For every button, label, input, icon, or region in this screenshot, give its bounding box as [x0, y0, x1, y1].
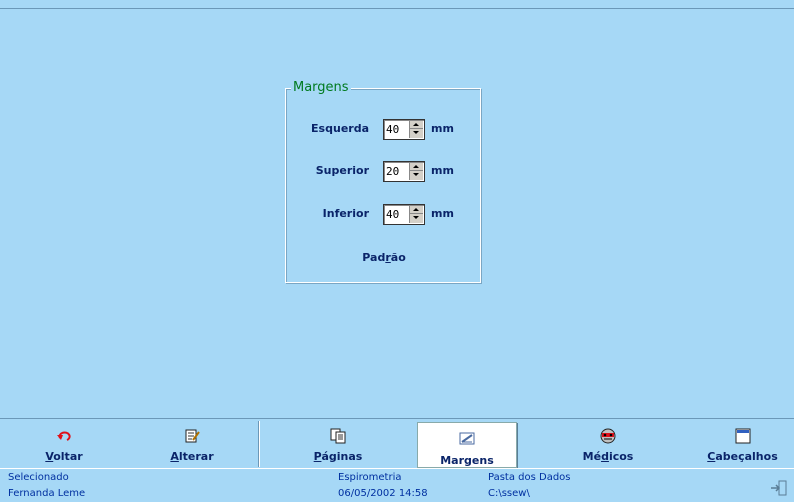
- back-text: oltar: [53, 450, 83, 463]
- bottom-toolbar: Voltar Alterar Páginas Margens Médicos C…: [0, 418, 794, 468]
- edit-icon: [185, 429, 200, 443]
- default-button-text-b: ão: [390, 251, 406, 264]
- edit-mnemonic: A: [170, 450, 179, 463]
- status-module: Espirometria: [338, 472, 402, 483]
- back-button[interactable]: Voltar: [0, 421, 128, 467]
- margins-groupbox: Margens Esquerda 40 mm Superior 20 mm In…: [285, 80, 482, 283]
- exit-icon[interactable]: [770, 480, 788, 496]
- bottom-margin-row: Inferior 40 mm: [286, 204, 482, 226]
- status-datetime: 06/05/2002 14:58: [338, 488, 428, 499]
- doctors-icon: [600, 428, 616, 444]
- spin-up-icon[interactable]: [410, 163, 423, 171]
- app-window: Margens Esquerda 40 mm Superior 20 mm In…: [0, 0, 794, 502]
- pages-button-label: Páginas: [260, 450, 416, 463]
- bottom-margin-spinner[interactable]: 40: [383, 204, 425, 225]
- default-button-text-a: Pad: [362, 251, 386, 264]
- pages-icon: [330, 428, 346, 444]
- headers-button[interactable]: Cabeçalhos: [691, 421, 794, 467]
- left-margin-value[interactable]: 40: [386, 123, 399, 136]
- undo-icon: [57, 431, 71, 441]
- left-margin-spin-buttons: [409, 121, 423, 138]
- bottom-margin-label: Inferior: [322, 207, 369, 220]
- doctors-mnemonic: d: [601, 450, 609, 463]
- spin-down-icon[interactable]: [410, 214, 423, 222]
- margins-icon: [459, 432, 475, 445]
- margins-button[interactable]: Margens: [417, 422, 517, 468]
- top-margin-spin-buttons: [409, 163, 423, 180]
- bottom-margin-value[interactable]: 40: [386, 208, 399, 221]
- edit-text: lterar: [178, 450, 214, 463]
- spin-up-icon[interactable]: [410, 121, 423, 129]
- top-divider: [0, 8, 794, 9]
- margins-group-title: Margens: [291, 80, 351, 96]
- bottom-margin-spin-buttons: [409, 206, 423, 223]
- status-folder-path: C:\ssew\: [488, 488, 530, 499]
- spin-down-icon[interactable]: [410, 129, 423, 137]
- doctors-button[interactable]: Médicos: [525, 421, 691, 467]
- margins-button-label: Margens: [418, 454, 516, 467]
- status-selected-label: Selecionado: [8, 472, 69, 483]
- top-margin-label: Superior: [315, 164, 369, 177]
- doctors-button-label: Médicos: [525, 450, 691, 463]
- bottom-margin-unit: mm: [431, 207, 454, 220]
- doctors-text-b: icos: [608, 450, 634, 463]
- spin-down-icon[interactable]: [410, 171, 423, 179]
- pages-button[interactable]: Páginas: [260, 421, 416, 467]
- top-margin-unit: mm: [431, 164, 454, 177]
- status-user: Fernanda Leme: [8, 488, 86, 499]
- left-margin-row: Esquerda 40 mm: [286, 119, 482, 141]
- top-margin-value[interactable]: 20: [386, 165, 399, 178]
- headers-button-label: Cabeçalhos: [691, 450, 794, 463]
- top-margin-row: Superior 20 mm: [286, 161, 482, 183]
- pages-text: áginas: [321, 450, 363, 463]
- left-margin-label: Esquerda: [311, 122, 369, 135]
- left-margin-unit: mm: [431, 122, 454, 135]
- edit-button-label: Alterar: [128, 450, 256, 463]
- edit-button[interactable]: Alterar: [128, 421, 256, 467]
- left-margin-spinner[interactable]: 40: [383, 119, 425, 140]
- top-margin-spinner[interactable]: 20: [383, 161, 425, 182]
- status-folder-label: Pasta dos Dados: [488, 472, 571, 483]
- status-bar: Selecionado Fernanda Leme Espirometria 0…: [0, 468, 794, 502]
- headers-text: abeçalhos: [715, 450, 778, 463]
- headers-icon: [735, 428, 750, 444]
- margins-text: Margens: [440, 454, 494, 467]
- default-button[interactable]: Padrão: [346, 251, 422, 269]
- spin-up-icon[interactable]: [410, 206, 423, 214]
- back-button-label: Voltar: [0, 450, 128, 463]
- doctors-text-a: Mé: [582, 450, 602, 463]
